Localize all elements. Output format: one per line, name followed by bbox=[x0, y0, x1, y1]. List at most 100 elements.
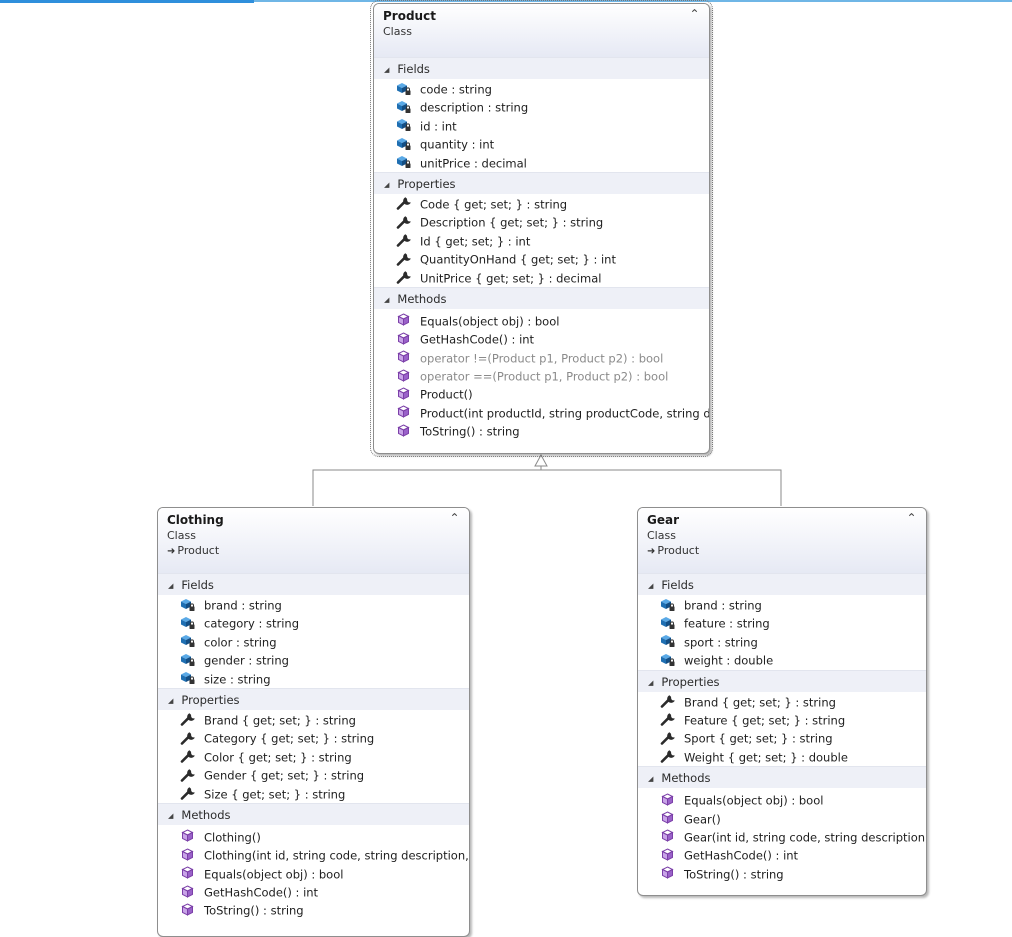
property-item[interactable]: Feature { get; set; } : string bbox=[638, 711, 926, 729]
property-item-label: Category { get; set; } : string bbox=[204, 731, 375, 746]
method-item[interactable]: Gear(int id, string code, string descrip… bbox=[638, 828, 926, 846]
field-item[interactable]: brand : string bbox=[158, 596, 469, 614]
class-header[interactable]: Clothing Class ➜ Product ⌃ bbox=[158, 508, 469, 573]
property-item[interactable]: Weight { get; set; } : double bbox=[638, 748, 926, 766]
property-item-label: Id { get; set; } : int bbox=[420, 234, 531, 249]
method-item[interactable]: Product() bbox=[374, 385, 709, 403]
triangle-expanded-icon[interactable]: ◢ bbox=[384, 296, 389, 304]
triangle-expanded-icon[interactable]: ◢ bbox=[168, 697, 173, 705]
property-item[interactable]: Color { get; set; } : string bbox=[158, 748, 469, 766]
field-item[interactable]: size : string bbox=[158, 670, 469, 688]
field-item-label: code : string bbox=[420, 82, 492, 97]
triangle-expanded-icon[interactable]: ◢ bbox=[384, 66, 389, 74]
active-tab-indicator bbox=[0, 0, 254, 3]
field-item[interactable]: unitPrice : decimal bbox=[374, 154, 709, 172]
properties-section-header[interactable]: ◢ Properties bbox=[638, 669, 926, 692]
properties-section-header[interactable]: ◢ Properties bbox=[374, 171, 709, 194]
inherits-arrow-icon: ➜ bbox=[167, 546, 176, 557]
method-cube-icon bbox=[660, 793, 676, 807]
property-item-label: Code { get; set; } : string bbox=[420, 197, 568, 212]
class-header[interactable]: Product Class ⌃ bbox=[374, 4, 709, 57]
collapse-double-chevron-icon[interactable]: ⌃ bbox=[905, 512, 918, 525]
property-item-label: Sport { get; set; } : string bbox=[684, 731, 833, 746]
methods-section-header[interactable]: ◢ Methods bbox=[374, 286, 709, 309]
method-item[interactable]: ToString() : string bbox=[374, 422, 709, 440]
property-item[interactable]: Sport { get; set; } : string bbox=[638, 729, 926, 747]
method-item[interactable]: GetHashCode() : int bbox=[638, 846, 926, 864]
field-item-label: size : string bbox=[204, 671, 271, 686]
field-item[interactable]: category : string bbox=[158, 614, 469, 632]
field-item[interactable]: quantity : int bbox=[374, 135, 709, 153]
method-item-label: Equals(object obj) : bool bbox=[684, 793, 824, 808]
triangle-expanded-icon[interactable]: ◢ bbox=[384, 181, 389, 189]
collapse-double-chevron-icon[interactable]: ⌃ bbox=[688, 8, 701, 21]
field-item[interactable]: color : string bbox=[158, 633, 469, 651]
method-item-label: Equals(object obj) : bool bbox=[204, 866, 344, 881]
wrench-property-icon bbox=[660, 731, 676, 745]
triangle-expanded-icon[interactable]: ◢ bbox=[648, 775, 653, 783]
private-field-icon bbox=[180, 634, 196, 648]
wrench-property-icon bbox=[396, 215, 412, 229]
method-item[interactable]: Equals(object obj) : bool bbox=[374, 312, 709, 330]
field-item[interactable]: feature : string bbox=[638, 614, 926, 632]
field-item[interactable]: code : string bbox=[374, 80, 709, 98]
fields-section-header[interactable]: ◢ Fields bbox=[158, 573, 469, 595]
property-item-label: Size { get; set; } : string bbox=[204, 786, 346, 801]
method-item[interactable]: Equals(object obj) : bool bbox=[158, 865, 469, 883]
methods-section-header[interactable]: ◢ Methods bbox=[158, 802, 469, 825]
class-product[interactable]: Product Class ⌃ ◢ Fields code : string des… bbox=[370, 0, 713, 457]
methods-section-header[interactable]: ◢ Methods bbox=[638, 766, 926, 789]
method-item-label: Gear(int id, string code, string descrip… bbox=[684, 830, 926, 845]
triangle-expanded-icon[interactable]: ◢ bbox=[648, 582, 653, 590]
class-gear[interactable]: Gear Class ➜ Product ⌃ ◢ Fields brand : st… bbox=[637, 507, 927, 896]
inherits-arrow-icon: ➜ bbox=[647, 546, 656, 557]
method-cube-icon bbox=[396, 332, 412, 346]
method-item[interactable]: Equals(object obj) : bool bbox=[638, 791, 926, 809]
property-item-label: Weight { get; set; } : double bbox=[684, 750, 848, 765]
triangle-expanded-icon[interactable]: ◢ bbox=[168, 812, 173, 820]
wrench-property-icon bbox=[660, 694, 676, 708]
method-item[interactable]: Product(int productId, string productCod… bbox=[374, 404, 709, 422]
property-item[interactable]: Code { get; set; } : string bbox=[374, 195, 709, 213]
method-item[interactable]: ToString() : string bbox=[638, 865, 926, 883]
method-item[interactable]: Clothing() bbox=[158, 828, 469, 846]
method-item[interactable]: Gear() bbox=[638, 810, 926, 828]
property-item[interactable]: Size { get; set; } : string bbox=[158, 785, 469, 803]
method-item[interactable]: operator !=(Product p1, Product p2) : bo… bbox=[374, 349, 709, 367]
property-item[interactable]: Brand { get; set; } : string bbox=[638, 693, 926, 711]
property-item[interactable]: Description { get; set; } : string bbox=[374, 213, 709, 231]
fields-section-header[interactable]: ◢ Fields bbox=[374, 57, 709, 79]
connector-gear-to-product bbox=[541, 469, 782, 506]
field-item[interactable]: weight : double bbox=[638, 651, 926, 669]
method-item-label: Clothing(int id, string code, string des… bbox=[204, 848, 469, 863]
field-item[interactable]: sport : string bbox=[638, 633, 926, 651]
private-field-icon bbox=[660, 634, 676, 648]
method-item[interactable]: GetHashCode() : int bbox=[374, 330, 709, 348]
fields-section-header[interactable]: ◢ Fields bbox=[638, 573, 926, 595]
method-item[interactable]: Clothing(int id, string code, string des… bbox=[158, 846, 469, 864]
field-item[interactable]: gender : string bbox=[158, 651, 469, 669]
property-item[interactable]: UnitPrice { get; set; } : decimal bbox=[374, 269, 709, 287]
class-header[interactable]: Gear Class ➜ Product ⌃ bbox=[638, 508, 926, 573]
property-item[interactable]: Category { get; set; } : string bbox=[158, 729, 469, 747]
field-item-label: color : string bbox=[204, 635, 277, 650]
collapse-double-chevron-icon[interactable]: ⌃ bbox=[448, 512, 461, 525]
property-item-label: QuantityOnHand { get; set; } : int bbox=[420, 252, 616, 267]
method-item[interactable]: ToString() : string bbox=[158, 901, 469, 919]
triangle-expanded-icon[interactable]: ◢ bbox=[648, 679, 653, 687]
property-item-label: Gender { get; set; } : string bbox=[204, 768, 365, 783]
property-item[interactable]: Brand { get; set; } : string bbox=[158, 711, 469, 729]
triangle-expanded-icon[interactable]: ◢ bbox=[168, 582, 173, 590]
field-item[interactable]: id : int bbox=[374, 117, 709, 135]
property-item[interactable]: Gender { get; set; } : string bbox=[158, 766, 469, 784]
property-item[interactable]: QuantityOnHand { get; set; } : int bbox=[374, 250, 709, 268]
method-item[interactable]: operator ==(Product p1, Product p2) : bo… bbox=[374, 367, 709, 385]
field-item-label: brand : string bbox=[684, 598, 762, 613]
property-item[interactable]: Id { get; set; } : int bbox=[374, 232, 709, 250]
class-clothing[interactable]: Clothing Class ➜ Product ⌃ ◢ Fields brand … bbox=[157, 507, 470, 937]
method-item[interactable]: GetHashCode() : int bbox=[158, 883, 469, 901]
field-item[interactable]: brand : string bbox=[638, 596, 926, 614]
field-item[interactable]: description : string bbox=[374, 98, 709, 116]
properties-section-header[interactable]: ◢ Properties bbox=[158, 687, 469, 710]
property-item-label: Description { get; set; } : string bbox=[420, 215, 604, 230]
